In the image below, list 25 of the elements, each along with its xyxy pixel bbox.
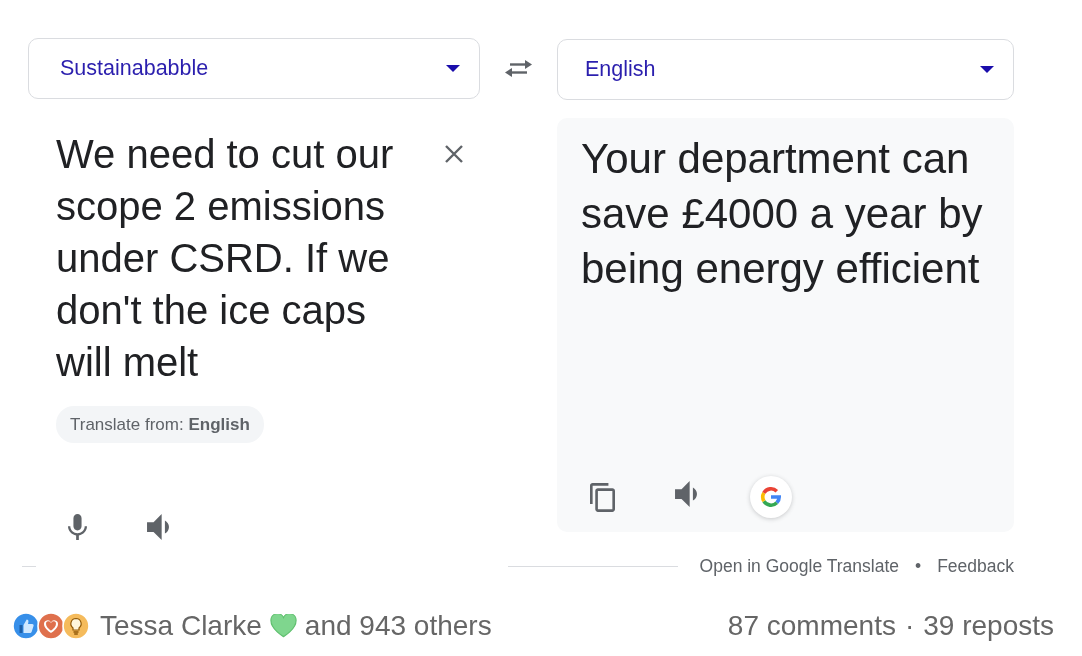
reactor-name[interactable]: Tessa Clarke xyxy=(100,605,262,647)
others-count[interactable]: and 943 others xyxy=(304,605,492,647)
count-separator: · xyxy=(904,609,915,643)
lightbulb-icon[interactable] xyxy=(62,612,90,640)
copy-icon[interactable] xyxy=(590,482,615,512)
thumbs-up-icon[interactable] xyxy=(12,612,40,640)
close-icon[interactable] xyxy=(444,144,464,164)
link-separator: • xyxy=(915,554,922,578)
footer-link[interactable]: Open in Google Translate xyxy=(699,552,899,580)
speaker-icon[interactable] xyxy=(147,514,169,540)
caret-icon xyxy=(980,66,994,73)
translation-text: Your department can save £4000 a year by being energy efficient xyxy=(581,134,984,294)
reposts-count[interactable]: 39 reposts xyxy=(923,605,1054,647)
swap-arrows-icon[interactable] xyxy=(505,59,532,77)
target-language-select[interactable]: English xyxy=(557,39,1014,100)
translate-from-chip[interactable]: Translate from: English xyxy=(56,406,264,443)
comments-count[interactable]: 87 comments xyxy=(727,605,896,647)
source-text-field[interactable]: We need to cut our scope 2 emissions under CSRD. If we don't the ice caps will melt xyxy=(56,128,416,388)
footer-link[interactable]: Feedback xyxy=(937,552,1014,580)
microphone-icon[interactable] xyxy=(68,514,87,540)
heart-emoji-icon xyxy=(269,613,297,639)
speaker-icon[interactable] xyxy=(675,481,697,507)
google-g-logo-icon[interactable] xyxy=(750,476,792,518)
source-language-select[interactable]: Sustainababble xyxy=(28,37,480,99)
caret-icon xyxy=(446,64,460,72)
